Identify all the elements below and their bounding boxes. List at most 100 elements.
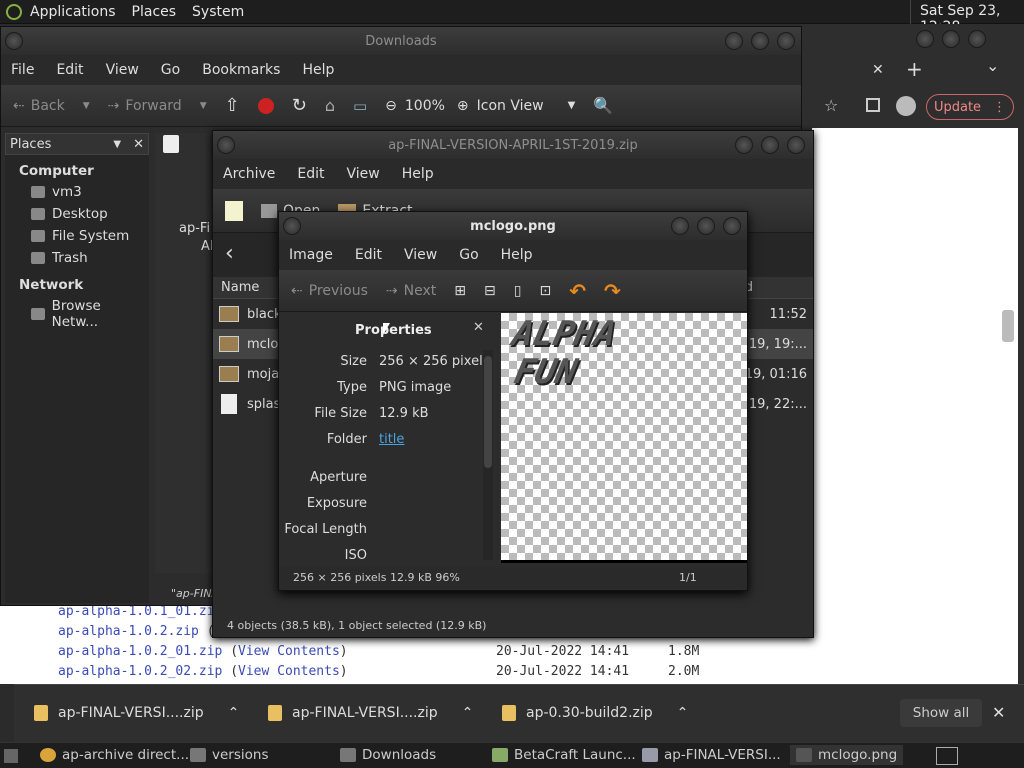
task-mclogo[interactable]: mclogo.png bbox=[790, 745, 904, 765]
distro-logo-icon[interactable] bbox=[6, 3, 22, 20]
forward-dropdown-icon[interactable]: ▼ bbox=[200, 101, 207, 111]
chevron-up-icon[interactable]: ⌃ bbox=[677, 705, 689, 721]
profile-avatar-icon[interactable] bbox=[896, 96, 916, 116]
system-menu[interactable]: System bbox=[192, 4, 244, 20]
zoom-in-icon[interactable]: ⊞ bbox=[454, 283, 466, 299]
column-name[interactable]: Name bbox=[221, 280, 259, 295]
menu-view[interactable]: View bbox=[106, 62, 139, 78]
back-arrow-icon[interactable]: ‹ bbox=[225, 241, 234, 266]
close-button[interactable] bbox=[787, 136, 805, 154]
rotate-left-icon[interactable]: ↶ bbox=[569, 279, 586, 303]
close-button[interactable] bbox=[777, 32, 795, 50]
image-canvas[interactable]: ALPHA FUN bbox=[501, 313, 747, 563]
applications-menu[interactable]: Applications bbox=[30, 4, 116, 20]
side-panel-icon[interactable] bbox=[866, 98, 880, 112]
minimize-button[interactable] bbox=[671, 217, 689, 235]
workspace-switcher-icon[interactable] bbox=[936, 747, 958, 765]
sidebar-item-desktop[interactable]: Desktop bbox=[5, 203, 149, 225]
menu-view[interactable]: View bbox=[404, 247, 437, 263]
computer-icon[interactable]: ▭ bbox=[353, 97, 367, 115]
chevron-up-icon[interactable]: ⌃ bbox=[462, 705, 474, 721]
menu-go[interactable]: Go bbox=[459, 247, 478, 263]
close-button[interactable] bbox=[723, 217, 741, 235]
next-button[interactable]: ⇢ Next bbox=[386, 283, 436, 299]
reload-icon[interactable]: ↻ bbox=[292, 95, 307, 116]
sidebar-item-trash[interactable]: Trash bbox=[5, 247, 149, 269]
tab-list-icon[interactable]: ⌄ bbox=[986, 56, 999, 75]
download-item[interactable]: ap-FINAL-VERSI....zip ⌃ bbox=[34, 705, 239, 721]
properties-scrollbar[interactable] bbox=[483, 350, 493, 560]
menu-file[interactable]: File bbox=[11, 62, 34, 78]
maximize-button[interactable] bbox=[751, 32, 769, 50]
sidebar-item-vm3[interactable]: vm3 bbox=[5, 181, 149, 203]
menu-help[interactable]: Help bbox=[501, 247, 533, 263]
close-downloads-icon[interactable]: ✕ bbox=[992, 703, 1005, 722]
back-button[interactable]: ⇠ Back ▼ bbox=[13, 98, 90, 114]
zoom-out-icon[interactable]: ⊟ bbox=[484, 283, 496, 299]
close-sidebar-icon[interactable]: ✕ bbox=[133, 137, 144, 152]
show-all-button[interactable]: Show all bbox=[900, 699, 982, 727]
show-desktop-icon[interactable] bbox=[4, 749, 18, 763]
previous-button[interactable]: ⇠ Previous bbox=[291, 283, 368, 299]
sidebar-item-browse-network[interactable]: Browse Netw... bbox=[5, 295, 149, 333]
scrollbar-thumb[interactable] bbox=[484, 356, 492, 468]
update-button[interactable]: Update ⋮ bbox=[926, 94, 1014, 120]
sidebar-selector[interactable]: Places bbox=[10, 137, 51, 152]
new-archive-icon[interactable] bbox=[225, 200, 243, 221]
sidebar-dropdown-icon[interactable]: ▼ bbox=[113, 139, 121, 150]
maximize-button[interactable] bbox=[697, 217, 715, 235]
more-menu-icon[interactable]: ⋮ bbox=[993, 100, 1006, 115]
download-item[interactable]: ap-FINAL-VERSI....zip ⌃ bbox=[268, 705, 473, 721]
home-icon[interactable]: ⌂ bbox=[325, 96, 335, 115]
menu-go[interactable]: Go bbox=[161, 62, 180, 78]
menu-edit[interactable]: Edit bbox=[297, 166, 324, 182]
task-archive[interactable]: ap-FINAL-VERSI... bbox=[642, 747, 781, 763]
image-viewer-titlebar[interactable]: mclogo.png bbox=[279, 212, 747, 240]
sidebar-item-file-system[interactable]: File System bbox=[5, 225, 149, 247]
stop-icon[interactable] bbox=[257, 97, 274, 114]
file-link[interactable]: ap-alpha-1.0.2_01.zip bbox=[58, 644, 222, 659]
new-tab-button[interactable]: + bbox=[906, 57, 923, 81]
menu-view[interactable]: View bbox=[347, 166, 380, 182]
menu-image[interactable]: Image bbox=[289, 247, 333, 263]
minimize-button[interactable] bbox=[735, 136, 753, 154]
file-link[interactable]: ap-alpha-1.0.1_01.zip bbox=[58, 604, 222, 619]
notes-icon[interactable] bbox=[163, 135, 179, 153]
forward-button[interactable]: ⇢ Forward ▼ bbox=[108, 98, 207, 114]
menu-archive[interactable]: Archive bbox=[223, 166, 275, 182]
menu-help[interactable]: Help bbox=[402, 166, 434, 182]
best-fit-icon[interactable]: ⊡ bbox=[539, 283, 551, 299]
bookmark-star-icon[interactable]: ☆ bbox=[824, 96, 838, 115]
rotate-right-icon[interactable]: ↷ bbox=[604, 279, 621, 303]
view-contents-link[interactable]: View Contents bbox=[238, 644, 340, 659]
menu-help[interactable]: Help bbox=[302, 62, 334, 78]
normal-size-icon[interactable]: ▯ bbox=[514, 283, 522, 299]
menu-edit[interactable]: Edit bbox=[56, 62, 83, 78]
close-properties-icon[interactable]: ✕ bbox=[473, 320, 484, 335]
minimize-button[interactable] bbox=[725, 32, 743, 50]
maximize-button[interactable] bbox=[761, 136, 779, 154]
chevron-up-icon[interactable]: ⌃ bbox=[228, 705, 240, 721]
menu-edit[interactable]: Edit bbox=[355, 247, 382, 263]
file-link[interactable]: ap-alpha-1.0.2.zip bbox=[58, 624, 199, 639]
menu-bookmarks[interactable]: Bookmarks bbox=[202, 62, 280, 78]
archive-titlebar[interactable]: ap-FINAL-VERSION-APRIL-1ST-2019.zip bbox=[213, 131, 813, 159]
search-icon[interactable]: 🔍 bbox=[593, 96, 613, 115]
back-dropdown-icon[interactable]: ▼ bbox=[83, 101, 90, 111]
file-link[interactable]: ap-alpha-1.0.2_02.zip bbox=[58, 664, 222, 679]
view-contents-link[interactable]: View Contents bbox=[238, 664, 340, 679]
close-tab-icon[interactable]: ✕ bbox=[872, 62, 884, 78]
zoom-out-icon[interactable]: ⊖ bbox=[385, 98, 397, 114]
file-manager-titlebar[interactable]: Downloads bbox=[1, 27, 801, 55]
task-chrome[interactable]: ap-archive direct... bbox=[40, 747, 189, 763]
task-downloads[interactable]: Downloads bbox=[340, 747, 436, 763]
task-betacraft[interactable]: BetaCraft Launc... bbox=[492, 747, 636, 763]
folder-link[interactable]: title bbox=[379, 432, 404, 447]
task-versions[interactable]: versions bbox=[190, 747, 268, 763]
download-item[interactable]: ap-0.30-build2.zip ⌃ bbox=[502, 705, 688, 721]
zoom-in-icon[interactable]: ⊕ bbox=[457, 98, 469, 114]
places-menu[interactable]: Places bbox=[132, 4, 177, 20]
view-mode-select[interactable]: Icon View ▼ bbox=[477, 98, 576, 114]
up-arrow-icon[interactable]: ⇧ bbox=[225, 95, 240, 116]
page-scrollbar-thumb[interactable] bbox=[1002, 310, 1014, 342]
